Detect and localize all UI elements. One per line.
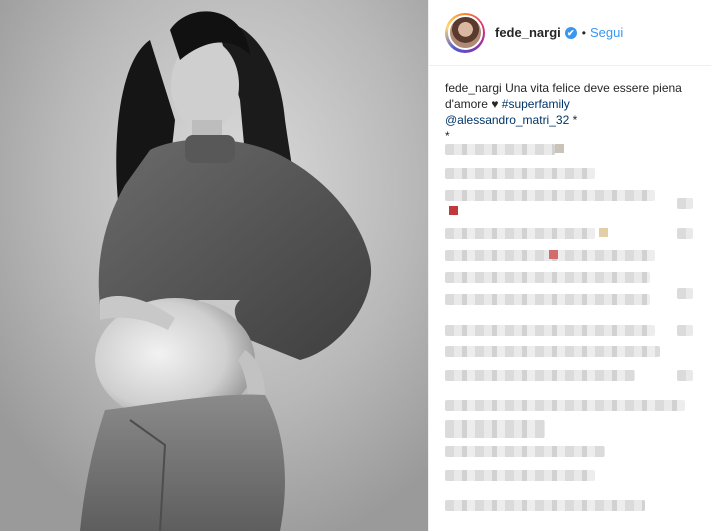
blurred-comment-line [445,168,595,179]
blurred-comment-line [445,370,635,381]
comments-list-blurred [445,140,703,520]
post-photo[interactable] [0,0,428,531]
blurred-comment-line [445,420,545,438]
blurred-emoji [549,250,558,259]
blurred-comment-line [445,294,650,305]
post-side-panel: fede_nargi ✔ • Segui fede_nargi Una vita… [428,0,711,531]
blurred-comment-line [445,190,655,201]
avatar[interactable] [445,12,485,53]
post-photo-illustration [0,0,428,531]
caption-trail: * [572,113,578,127]
blurred-comment-line [445,400,685,411]
blurred-like-icon [677,288,693,299]
blurred-emoji [599,228,608,237]
blurred-comment-line [445,325,655,336]
caption-mention[interactable]: @alessandro_matri_32 [445,113,569,127]
blurred-comment-line [445,470,595,481]
blurred-comment-line [445,144,555,155]
blurred-comment-line [445,228,595,239]
follow-button[interactable]: Segui [590,25,623,40]
verified-badge-icon: ✔ [564,26,577,39]
header-separator: • [581,25,586,40]
caption-hashtag[interactable]: #superfamily [502,97,570,111]
header-username[interactable]: fede_nargi [495,25,561,40]
blurred-comment-line [445,346,660,357]
blurred-comment-line [445,500,645,511]
blurred-avatar [555,144,564,153]
blurred-like-icon [677,198,693,209]
post-caption: fede_nargi Una vita felice deve essere p… [429,66,711,144]
avatar-image [447,15,483,50]
blurred-like-icon [677,370,693,381]
blurred-like-icon [677,228,693,239]
caption-username[interactable]: fede_nargi [445,81,502,95]
blurred-comment-line [445,272,650,283]
post-header: fede_nargi ✔ • Segui [429,0,711,66]
blurred-comment-line [445,446,605,457]
blurred-emoji [449,206,458,215]
blurred-like-icon [677,325,693,336]
